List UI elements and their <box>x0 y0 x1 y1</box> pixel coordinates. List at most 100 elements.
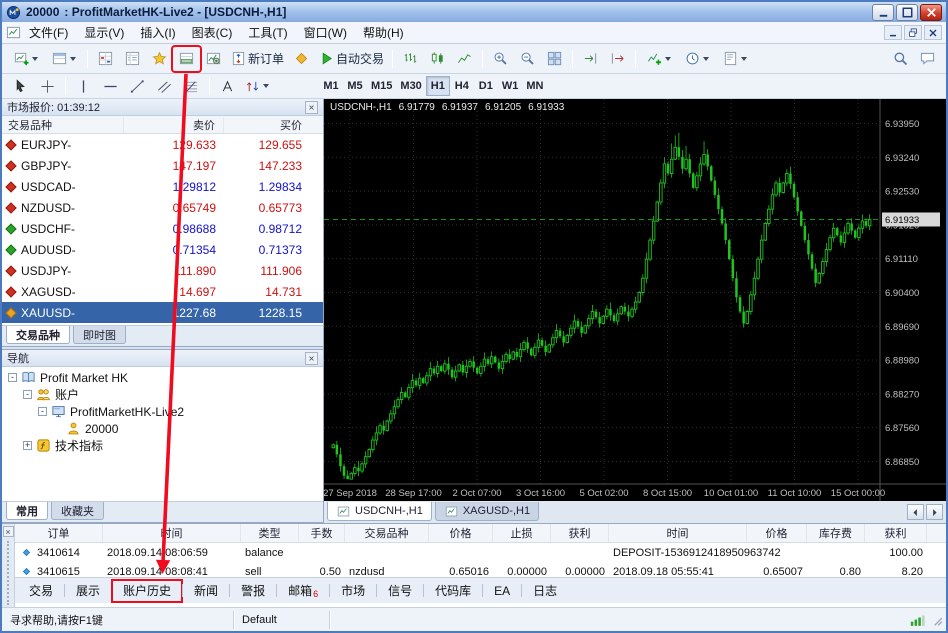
timeframe-m30[interactable]: M30 <box>396 76 425 96</box>
crosshair-button[interactable] <box>34 74 61 98</box>
trendline-button[interactable] <box>124 74 151 98</box>
history-row[interactable]: 34106152018.09.14 08:08:41sell0.50nzdusd… <box>15 562 946 577</box>
candlestick-chart[interactable]: 6.939506.932406.925306.918206.911106.904… <box>324 99 946 501</box>
navigator-close-button[interactable] <box>305 352 318 365</box>
navigator-toggle[interactable] <box>146 47 173 71</box>
timeframe-w1[interactable]: W1 <box>498 76 523 96</box>
history-column[interactable]: 价格 <box>429 524 493 542</box>
tree-toggle[interactable]: - <box>8 373 17 382</box>
autotrading-button[interactable]: 自动交易 <box>315 47 388 71</box>
market-watch-toggle[interactable] <box>92 47 119 71</box>
fibonacci-button[interactable] <box>178 74 205 98</box>
tabs-scroll-right-button[interactable] <box>926 504 943 520</box>
profiles-button[interactable] <box>45 47 83 71</box>
tabs-scroll-left-button[interactable] <box>907 504 924 520</box>
terminal-tab-7[interactable]: 信号 <box>378 581 422 601</box>
history-column[interactable]: 交易品种 <box>345 524 429 542</box>
tree-toggle[interactable]: - <box>38 407 47 416</box>
timeframe-h1[interactable]: H1 <box>426 76 450 96</box>
terminal-tab-4[interactable]: 警报 <box>231 581 275 601</box>
market-watch-row-gbpjpy[interactable]: GBPJPY-147.197147.233 <box>2 155 323 176</box>
column-ask[interactable]: 买价 <box>224 117 310 133</box>
terminal-close-button[interactable] <box>3 526 14 537</box>
history-column[interactable]: 订单 <box>15 524 103 542</box>
navigator-tab-0[interactable]: 常用 <box>6 502 48 520</box>
history-column[interactable]: 库存费 <box>807 524 865 542</box>
nav-node[interactable]: -账户 <box>2 386 323 403</box>
timeframe-h4[interactable]: H4 <box>450 76 474 96</box>
vertical-line-button[interactable] <box>70 74 97 98</box>
chart-restore-button[interactable] <box>904 25 922 40</box>
terminal-tab-1[interactable]: 展示 <box>66 581 110 601</box>
drag-handle[interactable] <box>7 541 9 605</box>
nav-node[interactable]: 20000 <box>2 420 323 437</box>
market-watch-row-xauusd[interactable]: XAUUSD-1227.681228.15 <box>2 302 323 323</box>
history-column[interactable]: 获利 <box>865 524 927 542</box>
channel-button[interactable] <box>151 74 178 98</box>
terminal-tab-3[interactable]: 新闻 <box>184 581 228 601</box>
timeframe-m1[interactable]: M1 <box>319 76 343 96</box>
resize-grip-icon[interactable] <box>929 613 944 627</box>
terminal-tab-5[interactable]: 邮箱6 <box>278 581 328 601</box>
indicators-button[interactable] <box>640 47 678 71</box>
column-symbol[interactable]: 交易品种 <box>2 117 124 133</box>
metaeditor-button[interactable] <box>288 47 315 71</box>
terminal-tab-10[interactable]: 日志 <box>523 581 567 601</box>
nav-node[interactable]: +技术指标 <box>2 437 323 454</box>
history-row[interactable]: 34106142018.09.14 08:06:59balanceDEPOSIT… <box>15 543 946 562</box>
terminal-tab-6[interactable]: 市场 <box>331 581 375 601</box>
history-column[interactable]: 类型 <box>241 524 299 542</box>
history-column[interactable]: 止损 <box>493 524 551 542</box>
market-watch-row-usdchf[interactable]: USDCHF-0.986880.98712 <box>2 218 323 239</box>
chart-close-button[interactable] <box>924 25 942 40</box>
line-chart-button[interactable] <box>451 47 478 71</box>
menu-item[interactable]: 帮助(H) <box>355 22 412 43</box>
new-order-button[interactable]: 新订单 <box>227 47 288 71</box>
terminal-tab-9[interactable]: EA <box>484 581 520 601</box>
market-watch-row-eurjpy[interactable]: EURJPY-129.633129.655 <box>2 134 323 155</box>
horizontal-line-button[interactable] <box>97 74 124 98</box>
market-watch-row-audusd[interactable]: AUDUSD-0.713540.71373 <box>2 239 323 260</box>
cursor-button[interactable] <box>7 74 34 98</box>
market-watch-row-xagusd[interactable]: XAGUSD-14.69714.731 <box>2 281 323 302</box>
menu-item[interactable]: 插入(I) <box>132 22 183 43</box>
menu-item[interactable]: 显示(V) <box>76 22 132 43</box>
market-watch-row-nzdusd[interactable]: NZDUSD-0.657490.65773 <box>2 197 323 218</box>
terminal-tab-8[interactable]: 代码库 <box>425 581 481 601</box>
history-column[interactable]: 手数 <box>299 524 345 542</box>
status-profile[interactable]: Default <box>234 611 330 629</box>
timeframe-m5[interactable]: M5 <box>343 76 367 96</box>
timeframe-m15[interactable]: M15 <box>367 76 396 96</box>
data-window-toggle[interactable] <box>119 47 146 71</box>
chart-area[interactable]: USDCNH-,H1 6.91779 6.91937 6.91205 6.919… <box>324 99 946 501</box>
chart-tab-1[interactable]: XAGUSD-,H1 <box>435 502 539 521</box>
menu-item[interactable]: 图表(C) <box>184 22 241 43</box>
market-watch-tab-1[interactable]: 即时图 <box>73 326 126 344</box>
history-column[interactable]: 时间 <box>609 524 747 542</box>
market-watch-close-button[interactable] <box>305 101 318 114</box>
text-button[interactable] <box>214 74 241 98</box>
tile-windows-button[interactable] <box>541 47 568 71</box>
tree-toggle[interactable]: + <box>23 441 32 450</box>
new-chart-button[interactable] <box>7 47 45 71</box>
zoom-in-button[interactable] <box>487 47 514 71</box>
maximize-button[interactable] <box>896 4 918 21</box>
close-button[interactable] <box>920 4 942 21</box>
nav-node[interactable]: -ProfitMarketHK-Live2 <box>2 403 323 420</box>
templates-button[interactable] <box>716 47 754 71</box>
menu-item[interactable]: 窗口(W) <box>296 22 355 43</box>
periods-button[interactable] <box>678 47 716 71</box>
terminal-grip[interactable] <box>2 524 15 607</box>
terminal-tab-0[interactable]: 交易 <box>19 581 63 601</box>
chart-minimize-button[interactable] <box>884 25 902 40</box>
search-button[interactable] <box>887 47 914 71</box>
market-watch-tab-0[interactable]: 交易品种 <box>6 326 70 344</box>
bar-chart-button[interactable] <box>397 47 424 71</box>
minimize-button[interactable] <box>872 4 894 21</box>
market-watch-row-usdjpy[interactable]: USDJPY-111.890111.906 <box>2 260 323 281</box>
tree-toggle[interactable]: - <box>23 390 32 399</box>
timeframe-mn[interactable]: MN <box>522 76 547 96</box>
chat-button[interactable] <box>914 47 941 71</box>
history-column[interactable]: 时间 <box>103 524 241 542</box>
terminal-toggle[interactable] <box>173 47 200 71</box>
